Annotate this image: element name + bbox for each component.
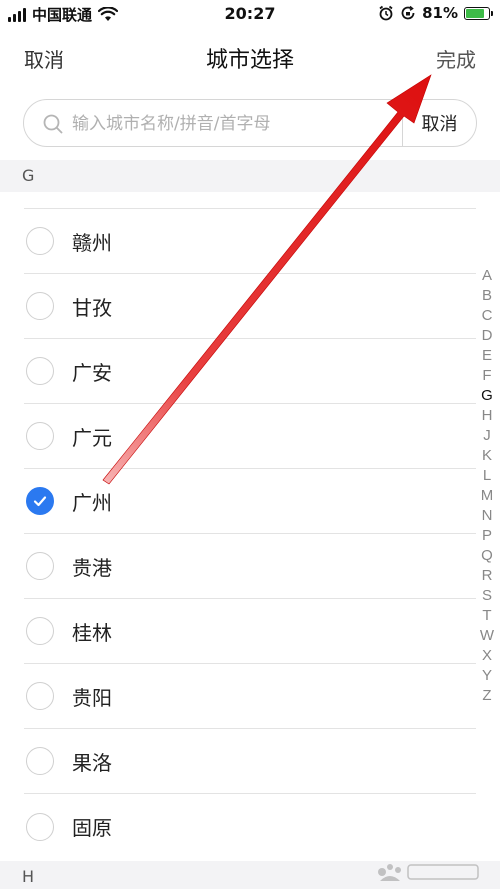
radio-icon[interactable] [26,617,54,645]
city-name: 甘孜 [72,295,112,320]
city-row-guangan[interactable]: 广安 [24,339,476,404]
carrier-name: 中国联通 [32,6,93,24]
index-letter-z[interactable]: Z [482,686,491,706]
baidu-watermark-logo [378,864,479,881]
index-letter-j[interactable]: J [483,426,491,446]
radio-checked-icon[interactable] [26,487,54,515]
cancel-button[interactable]: 取消 [24,44,64,73]
city-row-guiyang[interactable]: 贵阳 [24,664,476,729]
index-letter-e[interactable]: E [482,346,492,366]
index-letter-p[interactable]: P [482,526,492,546]
index-letter-q[interactable]: Q [481,546,493,566]
done-button[interactable]: 完成 [436,44,476,73]
radio-icon[interactable] [26,682,54,710]
index-letter-y[interactable]: Y [482,666,492,686]
city-row-guangyuan[interactable]: 广元 [24,404,476,469]
index-letter-l[interactable]: L [483,466,491,486]
city-name: 广安 [72,360,112,385]
alarm-icon [379,5,393,21]
index-letter-k[interactable]: K [482,446,492,466]
city-row-guoluo[interactable]: 果洛 [24,729,476,794]
battery-icon [464,6,493,20]
city-row-ganzi[interactable]: 甘孜 [24,274,476,339]
index-letter-s[interactable]: S [482,586,492,606]
status-right: 81% [378,4,493,22]
status-bar: 中国联通 20:27 81% [0,0,500,28]
radio-icon[interactable] [26,227,54,255]
radio-icon[interactable] [26,357,54,385]
search-bar: 取消 [23,99,477,147]
checkmark-icon [33,496,47,507]
city-row-guangzhou[interactable]: 广州 [24,469,476,534]
radio-icon[interactable] [26,812,54,841]
section-header-g: G [0,160,500,192]
index-letter-c[interactable]: C [482,306,493,326]
city-name: 贵港 [72,555,112,580]
page-title: 城市选择 [205,48,294,73]
battery-fill [466,8,484,18]
city-name: 桂林 [72,620,112,645]
index-letter-m[interactable]: M [481,486,494,506]
city-name: 贵阳 [72,685,112,710]
city-name: 果洛 [72,750,112,775]
city-row-guilin[interactable]: 桂林 [24,599,476,664]
radio-icon[interactable] [26,747,54,775]
index-letter-t[interactable]: T [482,606,491,626]
alphabet-index[interactable]: A B C D E F G H J K L M N P Q R S T W X … [480,266,494,706]
index-letter-x[interactable]: X [482,646,492,666]
wifi-icon [98,7,119,21]
city-name: 固原 [72,816,112,840]
index-letter-w[interactable]: W [480,626,494,646]
index-letter-d[interactable]: D [482,326,493,346]
index-letter-b[interactable]: B [482,286,492,306]
radio-icon[interactable] [26,292,54,320]
city-row-ganzhou[interactable]: 赣州 [24,209,476,274]
search-input[interactable] [72,108,402,140]
city-row-guigang[interactable]: 贵港 [24,534,476,599]
rotation-lock-icon [401,5,415,20]
battery-percent: 81% [422,4,458,22]
signal-icon [8,7,26,22]
index-letter-g[interactable]: G [481,386,493,406]
index-letter-h[interactable]: H [482,406,493,426]
city-name: 广州 [72,490,112,515]
city-name: 广元 [72,425,112,450]
search-icon [43,114,63,134]
index-letter-a[interactable]: A [482,266,492,286]
index-letter-r[interactable]: R [482,566,493,586]
radio-icon[interactable] [26,422,54,450]
index-letter-n[interactable]: N [482,506,493,526]
radio-icon[interactable] [26,552,54,580]
search-cancel-button[interactable]: 取消 [402,100,476,146]
city-row-guyuan[interactable]: 固原 [24,794,476,859]
status-left: 中国联通 [8,4,119,25]
index-letter-f[interactable]: F [482,366,491,386]
nav-header: 取消 城市选择 完成 [0,36,500,80]
city-name: 赣州 [72,230,112,255]
